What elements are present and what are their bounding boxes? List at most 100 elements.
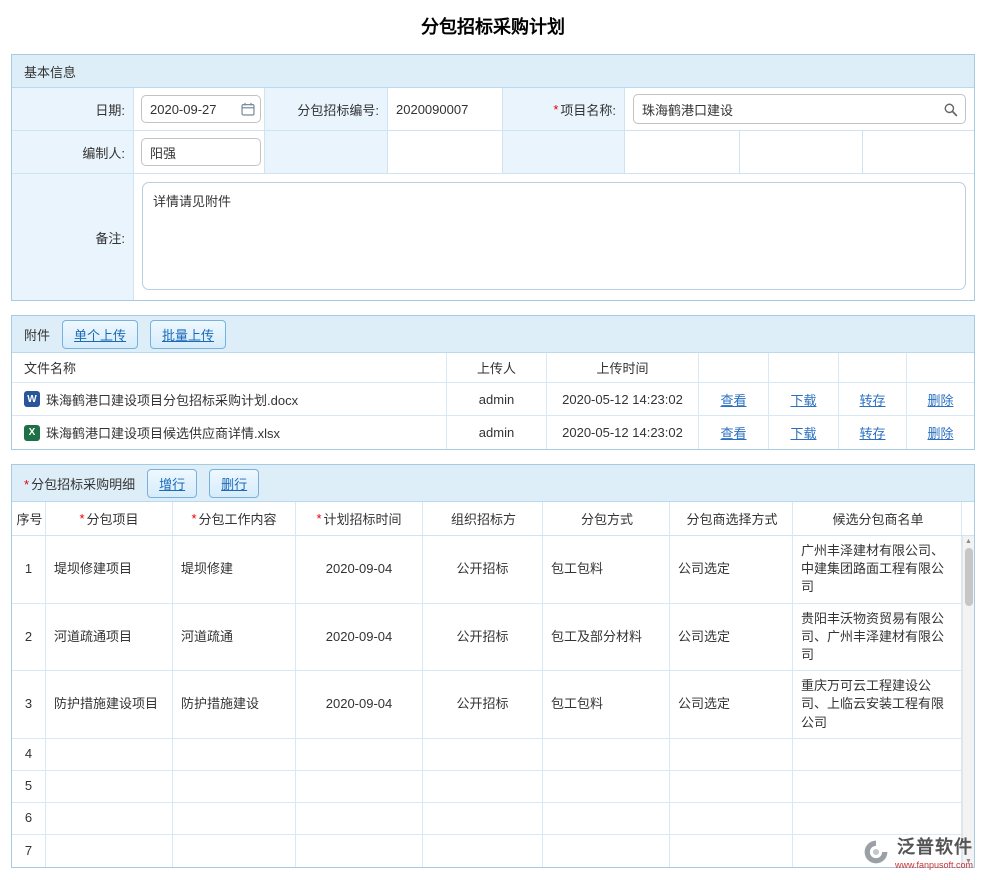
delete-link[interactable]: 删除 xyxy=(927,390,953,409)
scroll-thumb[interactable] xyxy=(965,548,973,606)
col-work: *分包工作内容 xyxy=(173,502,296,536)
cell-plan-time xyxy=(296,739,423,771)
remark-label: 备注: xyxy=(12,174,134,300)
cell-selection: 公司选定 xyxy=(670,604,793,672)
col-method: 分包方式 xyxy=(543,502,670,536)
author-input[interactable] xyxy=(141,138,261,166)
cell-seq: 6 xyxy=(12,803,46,835)
cell-organizer: 公开招标 xyxy=(423,536,543,604)
required-mark: * xyxy=(24,477,29,492)
transfer-link[interactable]: 转存 xyxy=(859,390,885,409)
empty-label-cell xyxy=(503,131,625,174)
calendar-icon[interactable] xyxy=(241,102,255,116)
cell-project xyxy=(46,739,173,771)
col-candidates: 候选分包商名单 xyxy=(793,502,962,536)
detail-header: *分包招标采购明细 增行 删行 xyxy=(12,465,974,502)
empty-split-cell xyxy=(625,131,974,174)
cell-candidates xyxy=(793,739,962,771)
author-label: 编制人: xyxy=(12,131,134,174)
view-link[interactable]: 查看 xyxy=(720,390,746,409)
page: 分包招标采购计划 基本信息 日期: xyxy=(0,0,986,868)
cell-seq: 3 xyxy=(12,671,46,739)
detail-row: 5 xyxy=(12,771,962,803)
action-cell: 转存 xyxy=(839,416,907,449)
cell-seq: 7 xyxy=(12,835,46,867)
basic-info-row-2: 编制人: xyxy=(12,131,974,174)
single-upload-button[interactable]: 单个上传 xyxy=(62,320,138,349)
cell-work xyxy=(173,835,296,867)
empty-label-cell xyxy=(265,131,388,174)
cell-project xyxy=(46,835,173,867)
add-row-button[interactable]: 增行 xyxy=(147,469,197,498)
cell-selection xyxy=(670,835,793,867)
cell-organizer xyxy=(423,803,543,835)
view-link[interactable]: 查看 xyxy=(720,423,746,442)
date-input-wrap xyxy=(141,95,261,123)
download-link[interactable]: 下载 xyxy=(790,423,816,442)
cell-organizer xyxy=(423,835,543,867)
action-cell: 下载 xyxy=(769,383,839,416)
excel-file-icon: X xyxy=(24,425,40,441)
brand-name: 泛普软件 xyxy=(897,833,973,859)
col-action xyxy=(699,353,769,383)
download-link[interactable]: 下载 xyxy=(790,390,816,409)
attachments-header: 附件 单个上传 批量上传 xyxy=(12,316,974,353)
page-title: 分包招标采购计划 xyxy=(11,0,975,54)
attachments-title: 附件 xyxy=(24,325,50,344)
action-cell: 查看 xyxy=(699,383,769,416)
cell-organizer: 公开招标 xyxy=(423,604,543,672)
col-uploader: 上传人 xyxy=(447,353,547,383)
cell-plan-time: 2020-09-04 xyxy=(296,671,423,739)
bid-no-label: 分包招标编号: xyxy=(265,88,388,131)
cell-candidates: 贵阳丰沃物资贸易有限公司、广州丰泽建材有限公司 xyxy=(793,604,962,672)
file-name: 珠海鹤港口建设项目分包招标采购计划.docx xyxy=(46,390,298,409)
header-filler xyxy=(962,502,974,536)
cell-plan-time xyxy=(296,835,423,867)
col-action xyxy=(839,353,907,383)
basic-info-panel: 基本信息 日期: 分包招标编号: 20200 xyxy=(11,54,975,301)
detail-row: 6 xyxy=(12,803,962,835)
project-name-input[interactable] xyxy=(633,94,966,124)
basic-info-header: 基本信息 xyxy=(12,55,974,88)
search-icon[interactable] xyxy=(943,102,958,117)
basic-info-row-3: 备注: 详情请见附件 xyxy=(12,174,974,300)
detail-panel: *分包招标采购明细 增行 删行 序号 *分包项目 *分包工作内容 *计划招标时间… xyxy=(11,464,975,868)
scroll-up-icon[interactable]: ▲ xyxy=(965,537,972,546)
brand-text-block: 泛普软件 www.fanpusoft.com xyxy=(895,833,973,870)
project-input-wrap xyxy=(633,94,966,124)
cell-selection: 公司选定 xyxy=(670,671,793,739)
cell-work: 堤坝修建 xyxy=(173,536,296,604)
detail-table-body: 1 堤坝修建项目 堤坝修建 2020-09-04 公开招标 包工包料 公司选定 … xyxy=(12,536,974,867)
cell-candidates: 重庆万可云工程建设公司、上临云安装工程有限公司 xyxy=(793,671,962,739)
detail-table-header: 序号 *分包项目 *分包工作内容 *计划招标时间 组织招标方 分包方式 分包商选… xyxy=(12,502,974,536)
remark-cell: 详情请见附件 xyxy=(134,174,974,300)
brand-url: www.fanpusoft.com xyxy=(895,860,973,870)
col-plan-time: *计划招标时间 xyxy=(296,502,423,536)
col-action xyxy=(769,353,839,383)
cell-method xyxy=(543,803,670,835)
file-name: 珠海鹤港口建设项目候选供应商详情.xlsx xyxy=(46,423,280,442)
cell-method xyxy=(543,739,670,771)
cell-method xyxy=(543,835,670,867)
file-cell: X 珠海鹤港口建设项目候选供应商详情.xlsx xyxy=(12,416,447,449)
action-cell: 查看 xyxy=(699,416,769,449)
col-action xyxy=(907,353,974,383)
delete-link[interactable]: 删除 xyxy=(927,423,953,442)
cell-method: 包工包料 xyxy=(543,536,670,604)
empty-subcell xyxy=(740,131,863,173)
detail-scrollbar[interactable]: ▲ ▼ xyxy=(962,536,974,867)
delete-row-button[interactable]: 删行 xyxy=(209,469,259,498)
transfer-link[interactable]: 转存 xyxy=(859,423,885,442)
word-file-icon: W xyxy=(24,391,40,407)
cell-selection xyxy=(670,803,793,835)
project-name-label: * 项目名称: xyxy=(503,88,625,131)
upload-time-cell: 2020-05-12 14:23:02 xyxy=(547,416,699,449)
batch-upload-button[interactable]: 批量上传 xyxy=(150,320,226,349)
cell-plan-time: 2020-09-04 xyxy=(296,604,423,672)
action-cell: 转存 xyxy=(839,383,907,416)
cell-candidates xyxy=(793,803,962,835)
remark-textarea[interactable]: 详情请见附件 xyxy=(142,182,966,290)
cell-seq: 5 xyxy=(12,771,46,803)
cell-selection: 公司选定 xyxy=(670,536,793,604)
required-mark: * xyxy=(553,102,558,117)
